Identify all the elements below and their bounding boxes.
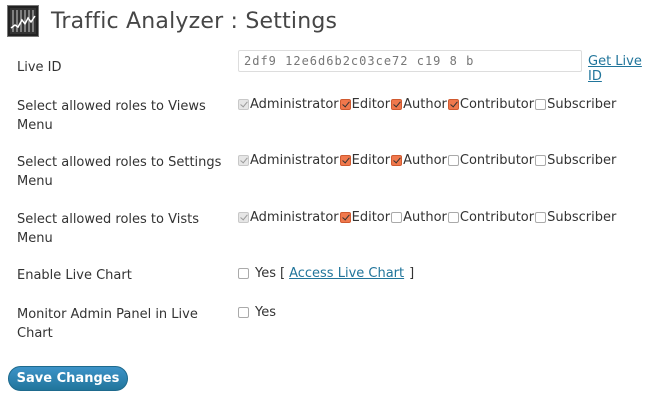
- checkbox[interactable]: [339, 155, 351, 166]
- bracket-open: [: [280, 266, 286, 281]
- settings-menu-roles: Administrator Editor Author Contributor …: [238, 153, 617, 168]
- enable-live-chart-checkbox[interactable]: [238, 268, 249, 279]
- checkbox[interactable]: [391, 99, 403, 110]
- views-menu-label: Select allowed roles to Views Menu: [17, 99, 206, 133]
- checkbox[interactable]: [391, 155, 403, 166]
- checkbox[interactable]: [238, 212, 249, 223]
- vists-menu-label: Select allowed roles to Vists Menu: [17, 212, 199, 246]
- save-changes-button[interactable]: Save Changes: [8, 366, 128, 391]
- vists-role-subscriber[interactable]: Subscriber: [535, 210, 617, 225]
- settings-role-administrator[interactable]: Administrator: [238, 153, 340, 168]
- checkbox[interactable]: [238, 99, 249, 110]
- page-header: Traffic Analyzer : Settings: [7, 4, 337, 38]
- vists-role-author[interactable]: Author: [391, 210, 448, 225]
- views-menu-roles: Administrator Editor Author Contributor …: [238, 97, 617, 112]
- settings-role-subscriber[interactable]: Subscriber: [535, 153, 617, 168]
- bracket-close: ]: [409, 266, 415, 281]
- monitor-admin-checkbox[interactable]: [238, 307, 249, 318]
- live-id-label: Live ID: [17, 60, 62, 75]
- views-role-contributor[interactable]: Contributor: [447, 97, 535, 112]
- enable-live-chart-field: Yes [ Access Live Chart ]: [238, 266, 414, 281]
- checkbox[interactable]: [447, 99, 459, 110]
- views-role-author[interactable]: Author: [391, 97, 448, 112]
- views-role-administrator[interactable]: Administrator: [238, 97, 340, 112]
- settings-role-contributor[interactable]: Contributor: [447, 153, 535, 168]
- monitor-admin-field: Yes: [238, 305, 276, 320]
- monitor-admin-label: Monitor Admin Panel in Live Chart: [17, 307, 198, 341]
- yes-label: Yes: [255, 305, 276, 320]
- vists-role-administrator[interactable]: Administrator: [238, 210, 340, 225]
- checkbox[interactable]: [535, 155, 547, 166]
- views-role-editor[interactable]: Editor: [339, 97, 391, 112]
- checkbox[interactable]: [339, 99, 351, 110]
- checkbox[interactable]: [447, 155, 459, 166]
- vists-role-editor[interactable]: Editor: [339, 210, 391, 225]
- traffic-analyzer-logo-icon: [7, 5, 39, 37]
- checkbox[interactable]: [238, 155, 249, 166]
- views-menu-roles-row: Select allowed roles to Views Menu Admin…: [17, 97, 657, 137]
- enable-live-chart-label: Enable Live Chart: [17, 268, 132, 283]
- get-live-id-link[interactable]: Get Live ID: [588, 54, 657, 84]
- monitor-admin-row: Monitor Admin Panel in Live Chart Yes: [17, 305, 657, 345]
- checkbox[interactable]: [391, 212, 403, 223]
- settings-menu-label: Select allowed roles to Settings Menu: [17, 155, 222, 189]
- vists-menu-roles-row: Select allowed roles to Vists Menu Admin…: [17, 210, 657, 250]
- vists-menu-roles: Administrator Editor Author Contributor …: [238, 210, 617, 225]
- access-live-chart-link[interactable]: Access Live Chart: [289, 266, 404, 281]
- checkbox[interactable]: [535, 212, 547, 223]
- page-title: Traffic Analyzer : Settings: [51, 8, 338, 34]
- vists-role-contributor[interactable]: Contributor: [447, 210, 535, 225]
- checkbox[interactable]: [535, 99, 547, 110]
- settings-menu-roles-row: Select allowed roles to Settings Menu Ad…: [17, 153, 657, 193]
- checkbox[interactable]: [447, 212, 459, 223]
- views-role-subscriber[interactable]: Subscriber: [535, 97, 617, 112]
- settings-role-author[interactable]: Author: [391, 153, 448, 168]
- yes-label: Yes: [255, 266, 276, 281]
- live-id-input[interactable]: 2df9 12e6d6b2c03ce72 c19 8 b: [238, 50, 582, 72]
- settings-role-editor[interactable]: Editor: [339, 153, 391, 168]
- checkbox[interactable]: [339, 212, 351, 223]
